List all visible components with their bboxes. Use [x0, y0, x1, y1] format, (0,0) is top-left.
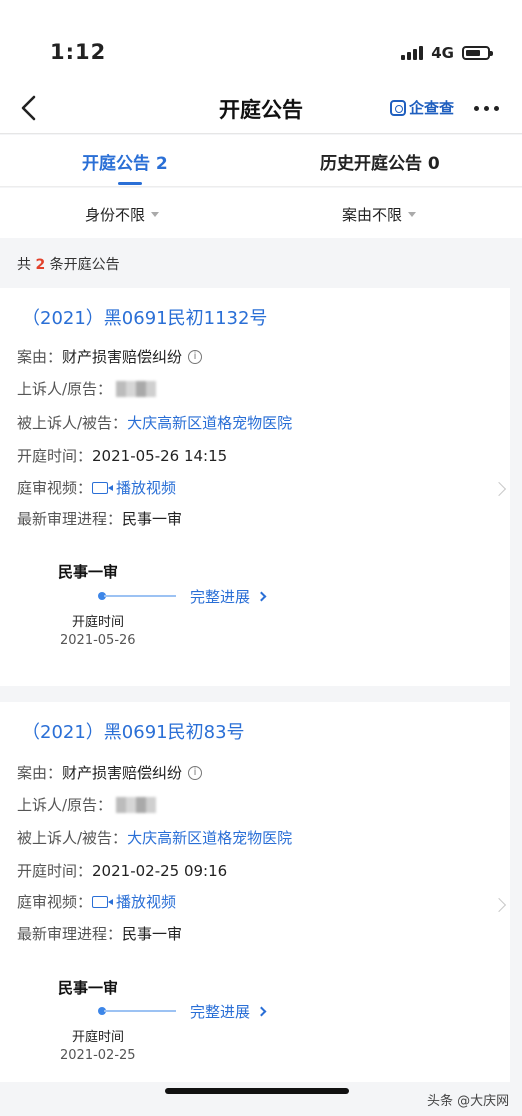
full-progress-label: 完整进展 — [190, 588, 251, 606]
identity-filter-dropdown[interactable]: 身份不限 — [85, 204, 160, 225]
cause-filter-dropdown[interactable]: 案由不限 — [342, 204, 417, 225]
defendant-row: 被上诉人/被告： 大庆高新区道格宠物医院 — [17, 412, 292, 433]
defendant-label: 被上诉人/被告： — [17, 829, 128, 847]
more-icon[interactable] — [474, 106, 499, 111]
video-icon[interactable] — [92, 481, 114, 494]
active-tab-indicator — [118, 182, 142, 185]
summary-suffix: 条开庭公告 — [45, 257, 120, 273]
cause-label: 案由： — [17, 348, 63, 366]
progress-value: 民事一审 — [122, 925, 183, 943]
identity-filter-label: 身份不限 — [85, 206, 146, 224]
caret-down-icon — [151, 212, 160, 217]
status-bar: 1:12 4G — [0, 0, 522, 82]
chevron-right-icon[interactable] — [491, 897, 507, 913]
timeline-stage: 民事一审 — [58, 979, 119, 997]
progress-row: 最新审理进程： 民事一审 — [17, 923, 182, 944]
cause-label: 案由： — [17, 764, 63, 782]
defendant-link[interactable]: 大庆高新区道格宠物医院 — [127, 412, 292, 433]
plaintiff-row: 上诉人/原告： — [17, 378, 157, 399]
timeline-date: 2021-05-26 — [60, 633, 136, 648]
summary-count: 2 — [35, 257, 46, 273]
filter-bar: 身份不限 案由不限 — [0, 188, 522, 238]
progress-row: 最新审理进程： 民事一审 — [17, 508, 182, 529]
video-label: 庭审视频： — [17, 893, 93, 911]
plaintiff-label: 上诉人/原告： — [17, 796, 113, 814]
cause-value: 财产损害赔偿纠纷 — [62, 764, 183, 782]
full-progress-link[interactable]: 完整进展 — [190, 1001, 267, 1022]
brand-label: 企查查 — [409, 99, 455, 117]
full-progress-label: 完整进展 — [190, 1003, 251, 1021]
video-label: 庭审视频： — [17, 479, 93, 497]
timeline-line — [104, 1010, 176, 1012]
case-card[interactable]: （2021）黑0691民初83号 案由： 财产损害赔偿纠纷 i 上诉人/原告： … — [0, 702, 510, 1082]
caret-down-icon — [408, 212, 417, 217]
hearing-time-value: 2021-05-26 14:15 — [92, 446, 228, 465]
progress-value: 民事一审 — [122, 510, 183, 528]
cause-filter-label: 案由不限 — [342, 206, 403, 224]
hearing-time-value: 2021-02-25 09:16 — [92, 861, 228, 880]
result-summary: 共 2 条开庭公告 — [0, 240, 522, 286]
play-video-link[interactable]: 播放视频 — [116, 891, 176, 912]
battery-icon — [462, 46, 493, 60]
hearing-time-label: 开庭时间： — [17, 862, 93, 880]
progress-label: 最新审理进程： — [17, 510, 123, 528]
hearing-time-row: 开庭时间： 2021-02-25 09:16 — [17, 860, 227, 881]
timeline-stage: 民事一审 — [58, 563, 119, 581]
network-type: 4G — [431, 44, 454, 62]
timeline-date: 2021-02-25 — [60, 1048, 136, 1063]
redacted-plaintiff — [116, 380, 157, 397]
timeline-sublabel: 开庭时间 — [72, 1030, 125, 1045]
tab-bar: 开庭公告 2 历史开庭公告 0 — [0, 135, 522, 187]
redacted-plaintiff — [116, 796, 157, 813]
timeline-line — [104, 595, 176, 597]
case-number[interactable]: （2021）黑0691民初83号 — [22, 718, 245, 744]
signal-icon — [401, 46, 424, 60]
cause-value: 财产损害赔偿纠纷 — [62, 348, 183, 366]
chevron-right-icon — [256, 591, 267, 602]
hearing-time-row: 开庭时间： 2021-05-26 14:15 — [17, 445, 227, 466]
video-row: 庭审视频： 播放视频 — [17, 891, 176, 912]
video-row: 庭审视频： 播放视频 — [17, 477, 176, 498]
case-number[interactable]: （2021）黑0691民初1132号 — [22, 304, 267, 330]
defendant-link[interactable]: 大庆高新区道格宠物医院 — [127, 827, 292, 848]
hearing-time-label: 开庭时间： — [17, 447, 93, 465]
defendant-label: 被上诉人/被告： — [17, 414, 128, 432]
tab-history-notices[interactable]: 历史开庭公告 0 — [320, 149, 440, 174]
watermark: 头条 @大庆网 — [427, 1094, 510, 1109]
case-card[interactable]: （2021）黑0691民初1132号 案由： 财产损害赔偿纠纷 i 上诉人/原告… — [0, 288, 510, 686]
timeline-sublabel: 开庭时间 — [72, 615, 125, 630]
chevron-right-icon[interactable] — [491, 481, 507, 497]
chevron-right-icon — [256, 1006, 267, 1017]
progress-label: 最新审理进程： — [17, 925, 123, 943]
brand-button[interactable]: 企查查 — [390, 97, 454, 118]
home-indicator[interactable] — [165, 1088, 349, 1094]
tab-hearing-notices[interactable]: 开庭公告 2 — [82, 149, 168, 174]
nav-bar: 开庭公告 企查查 — [0, 82, 522, 134]
info-icon[interactable]: i — [188, 765, 203, 780]
video-icon[interactable] — [92, 895, 114, 908]
info-icon[interactable]: i — [188, 349, 203, 364]
cause-row: 案由： 财产损害赔偿纠纷 i — [17, 346, 203, 367]
plaintiff-row: 上诉人/原告： — [17, 794, 157, 815]
plaintiff-label: 上诉人/原告： — [17, 380, 113, 398]
status-indicators: 4G — [401, 44, 493, 62]
cause-row: 案由： 财产损害赔偿纠纷 i — [17, 762, 203, 783]
summary-prefix: 共 — [17, 257, 36, 273]
play-video-link[interactable]: 播放视频 — [116, 477, 176, 498]
brand-logo-icon — [390, 99, 406, 116]
summary-text: 共 2 条开庭公告 — [17, 254, 120, 274]
status-time: 1:12 — [50, 40, 107, 64]
defendant-row: 被上诉人/被告： 大庆高新区道格宠物医院 — [17, 827, 292, 848]
full-progress-link[interactable]: 完整进展 — [190, 586, 267, 607]
